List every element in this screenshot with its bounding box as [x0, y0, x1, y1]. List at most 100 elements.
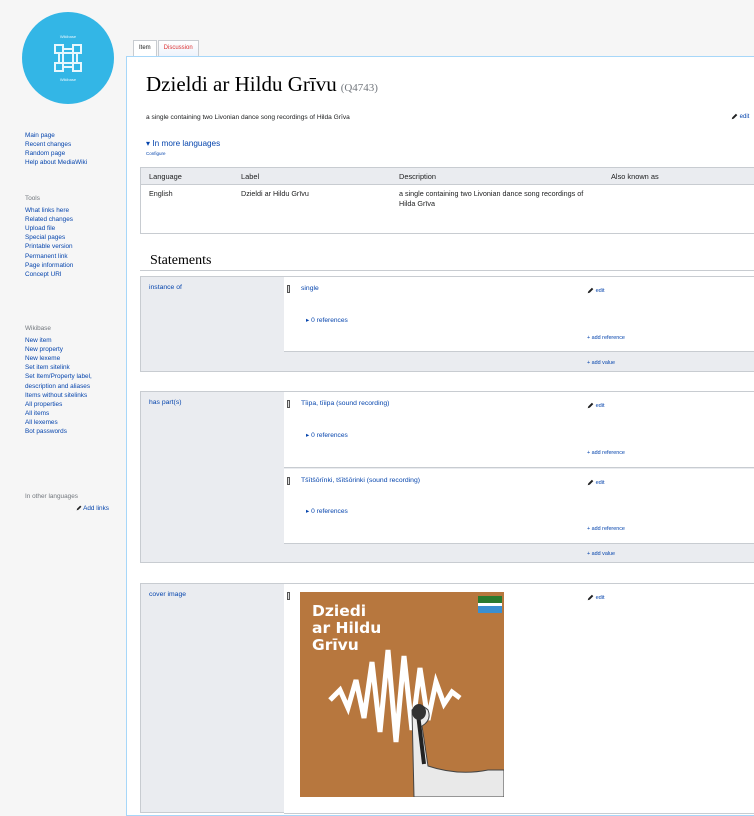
rank-selector-icon[interactable]	[287, 285, 290, 293]
edit-button[interactable]: edit	[587, 402, 605, 409]
logo-top-text: Wikibase	[59, 34, 77, 39]
pencil-icon	[731, 113, 738, 120]
configure-link[interactable]: Configure	[146, 151, 166, 156]
statement-group-instance-of: instance of single edit ▸ 0 references +…	[140, 276, 754, 372]
row-language: English	[149, 189, 173, 198]
header-aliases: Also known as	[611, 172, 659, 181]
sidebar-item-all-items[interactable]: All items	[25, 409, 110, 418]
cover-title-line: Grīvu	[312, 636, 359, 654]
sidebar-item-all-lexemes[interactable]: All lexemes	[25, 418, 110, 427]
more-languages-label: In more languages	[152, 139, 221, 148]
references-toggle[interactable]: ▸ 0 references	[306, 507, 348, 515]
sidebar-item-special-pages[interactable]: Special pages	[25, 233, 73, 242]
sidebar-item-all-properties[interactable]: All properties	[25, 400, 110, 409]
sidebar-item-new-property[interactable]: New property	[25, 345, 110, 354]
pencil-icon	[587, 594, 594, 601]
statement-values: Tīipa, tīiipa (sound recording) edit ▸ 0…	[284, 392, 754, 562]
references-toggle[interactable]: ▸ 0 references	[306, 431, 348, 439]
header-label: Label	[241, 172, 260, 181]
add-reference-label: add reference	[591, 526, 625, 532]
edit-label: edit	[595, 287, 605, 294]
edit-label: edit	[595, 402, 605, 409]
add-reference-button[interactable]: + add reference	[587, 335, 625, 341]
references-label: 0 references	[311, 317, 348, 324]
pencil-icon	[587, 287, 594, 294]
row-description: a single containing two Livonian dance s…	[399, 189, 584, 208]
sidebar-item-set-label-description[interactable]: Set Item/Property label, description and…	[25, 372, 110, 390]
sidebar-heading-other-languages: In other languages	[25, 493, 78, 500]
property-instance-of[interactable]: instance of	[149, 284, 182, 291]
statement: single edit ▸ 0 references + add referen…	[284, 277, 754, 352]
tab-discussion[interactable]: Discussion	[157, 40, 199, 56]
add-value-button[interactable]: + add value	[587, 551, 615, 557]
add-reference-label: add reference	[591, 335, 625, 341]
property-has-parts[interactable]: has part(s)	[149, 399, 181, 406]
item-id: (Q4743)	[340, 82, 378, 94]
references-label: 0 references	[311, 508, 348, 515]
statement-group-has-parts: has part(s) Tīipa, tīiipa (sound recordi…	[140, 391, 754, 563]
row-label: Dzieldi ar Hildu Grīvu	[241, 189, 309, 198]
sidebar-item-random-page[interactable]: Random page	[25, 149, 87, 158]
sidebar-navigation: Main page Recent changes Random page Hel…	[25, 131, 87, 167]
sidebar-wikibase: Wikibase New item New property New lexem…	[25, 324, 110, 436]
sidebar-item-new-lexeme[interactable]: New lexeme	[25, 354, 110, 363]
cover-title-line: ar Hildu	[312, 619, 382, 637]
add-links-button[interactable]: Add links	[25, 504, 109, 513]
sidebar-item-printable-version[interactable]: Printable version	[25, 242, 73, 251]
rank-selector-icon[interactable]	[287, 477, 290, 485]
page-title: Dzieldi ar Hildu Grīvu (Q4743)	[146, 72, 378, 97]
statement: Tšītšōrīnki, tšītšōrinki (sound recordin…	[284, 469, 754, 544]
add-reference-button[interactable]: + add reference	[587, 450, 625, 456]
header-language: Language	[149, 172, 182, 181]
description-edit-label: edit	[739, 114, 750, 121]
add-links-label: Add links	[83, 505, 109, 513]
sidebar-tools: Tools What links here Related changes Up…	[25, 194, 73, 279]
rank-selector-icon[interactable]	[287, 592, 290, 600]
sidebar-item-main-page[interactable]: Main page	[25, 131, 87, 140]
header-description: Description	[399, 172, 436, 181]
statement: Tīipa, tīiipa (sound recording) edit ▸ 0…	[284, 392, 754, 468]
references-toggle[interactable]: ▸ 0 references	[306, 316, 348, 324]
language-table: Language Label Description Also known as…	[140, 167, 754, 234]
sidebar-item-related-changes[interactable]: Related changes	[25, 215, 73, 224]
sidebar-item-what-links-here[interactable]: What links here	[25, 206, 73, 215]
more-languages-toggle[interactable]: ▾ In more languages	[146, 138, 220, 148]
edit-button[interactable]: edit	[587, 287, 605, 294]
rank-selector-icon[interactable]	[287, 400, 290, 408]
sidebar-item-help[interactable]: Help about MediaWiki	[25, 158, 87, 167]
statements-divider	[140, 270, 754, 271]
sidebar-item-page-information[interactable]: Page information	[25, 261, 73, 270]
sidebar-item-permanent-link[interactable]: Permanent link	[25, 252, 73, 261]
item-description: a single containing two Livonian dance s…	[146, 114, 350, 121]
statement-value[interactable]: single	[301, 285, 319, 292]
description-edit-link[interactable]: edit	[731, 113, 749, 120]
sidebar-item-new-item[interactable]: New item	[25, 336, 110, 345]
sidebar-item-set-item-sitelink[interactable]: Set item sitelink	[25, 363, 110, 372]
sidebar-heading-tools: Tools	[25, 195, 40, 202]
statement-value[interactable]: Tšītšōrīnki, tšītšōrinki (sound recordin…	[301, 477, 420, 484]
add-value-label: add value	[591, 360, 616, 366]
sidebar-item-bot-passwords[interactable]: Bot passwords	[25, 427, 110, 436]
pencil-icon	[76, 506, 82, 511]
pencil-icon	[587, 479, 594, 486]
cover-title-line: Dziedi	[312, 602, 367, 620]
cover-image[interactable]: Dziedi ar Hildu Grīvu	[300, 592, 504, 797]
pencil-icon	[587, 402, 594, 409]
sidebar-item-upload-file[interactable]: Upload file	[25, 224, 73, 233]
sidebar-item-items-without-sitelinks[interactable]: Items without sitelinks	[25, 391, 110, 400]
tab-item[interactable]: Item	[133, 40, 157, 56]
logo-bottom-text: Wikibase	[59, 77, 77, 82]
sidebar-item-recent-changes[interactable]: Recent changes	[25, 140, 87, 149]
sidebar-languages: In other languages Add links	[25, 492, 109, 513]
statement-group-cover-image: cover image edit Dziedi ar Hildu Grīvu	[140, 583, 754, 814]
sidebar-item-concept-uri[interactable]: Concept URI	[25, 270, 73, 279]
statement: edit Dziedi ar Hildu Grīvu	[284, 584, 754, 814]
edit-button[interactable]: edit	[587, 594, 605, 601]
add-value-button[interactable]: + add value	[587, 360, 615, 366]
site-logo[interactable]: Wikibase Wikibase	[22, 12, 114, 104]
property-cover-image[interactable]: cover image	[149, 591, 186, 598]
statement-value[interactable]: Tīipa, tīiipa (sound recording)	[301, 400, 389, 407]
add-reference-button[interactable]: + add reference	[587, 526, 625, 532]
edit-button[interactable]: edit	[587, 479, 605, 486]
page-tabs: Item Discussion	[133, 40, 200, 56]
